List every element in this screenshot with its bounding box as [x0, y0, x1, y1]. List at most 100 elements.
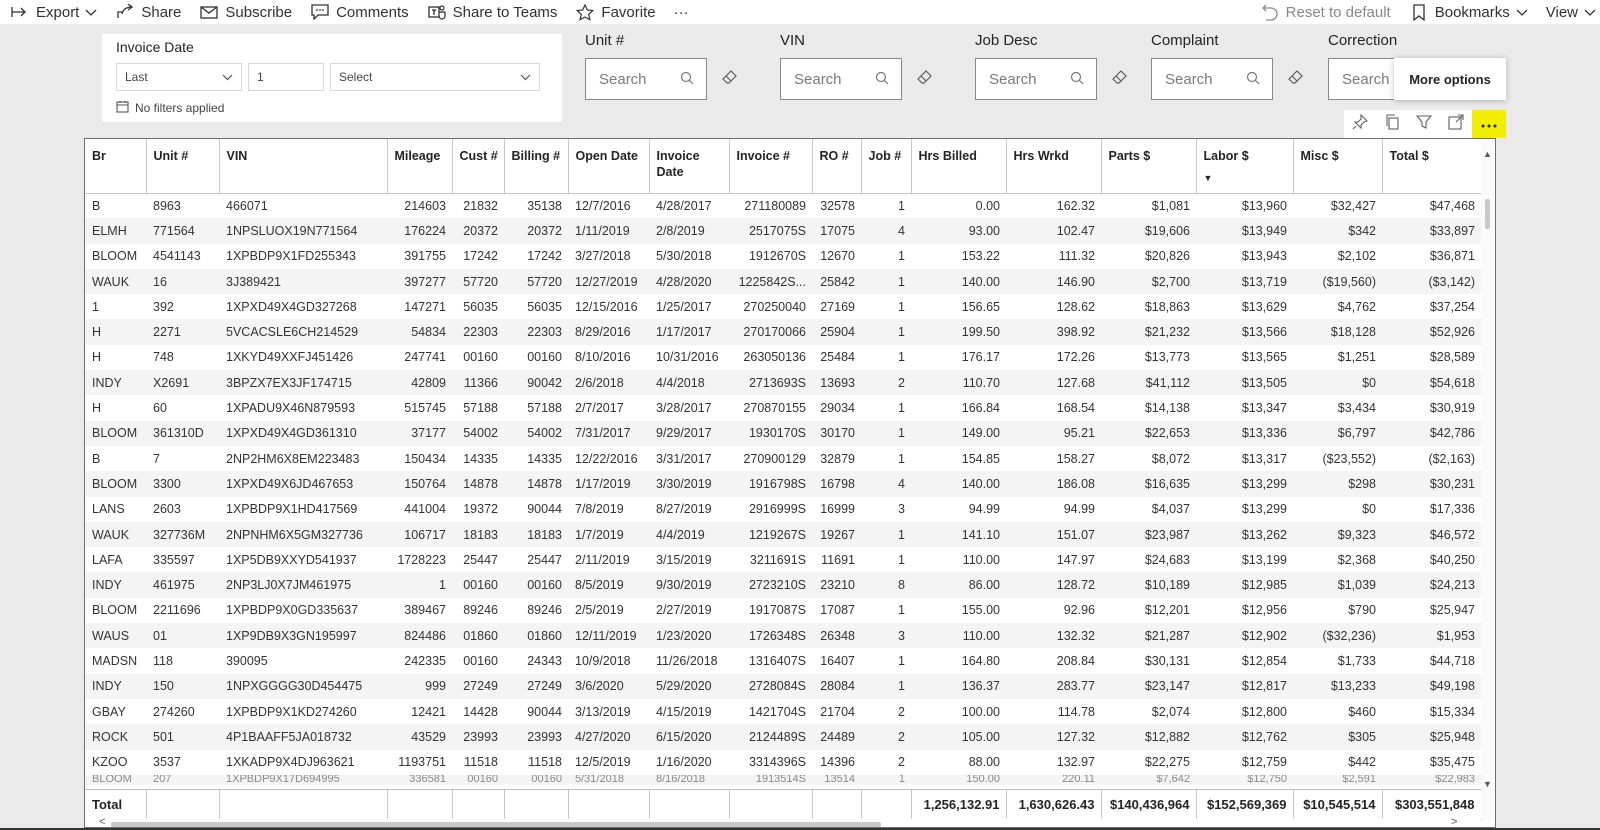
table-cell: 14335 — [527, 451, 562, 466]
comments-button[interactable]: Comments — [300, 0, 417, 24]
table-row[interactable]: H 748 1XKYD49XXFJ451426 247741 00160 00160 8/1… — [85, 345, 1481, 370]
table-cell: $6,797 — [1293, 420, 1382, 446]
column-header[interactable]: Billing # — [504, 139, 569, 194]
scroll-up-icon[interactable]: ▲ — [1483, 149, 1492, 159]
table-row[interactable]: WAUK 327736M 2NPNHM6X5GM327736 106717 18183 1… — [85, 521, 1481, 548]
table-cell: $25,948 — [1382, 724, 1481, 750]
table-row[interactable]: ELMH 771564 1NPSLUOX19N771564 176224 20372 20… — [85, 218, 1481, 244]
table-row[interactable]: INDY 150 1NPXGGGG30D454475 999 27249 27249 3/6… — [85, 673, 1481, 699]
table-cell: $790 — [1348, 603, 1376, 618]
clear-filter-eraser-icon[interactable] — [1111, 70, 1129, 89]
job-desc-search-input[interactable]: Search — [975, 58, 1097, 100]
vertical-scrollbar[interactable]: ▲ ▼ — [1481, 139, 1495, 819]
table-row[interactable]: H 60 1XPADU9X46N879593 515745 57188 57188 2/7/… — [85, 395, 1481, 420]
totals-cell: $140,436,964 — [1101, 789, 1197, 820]
column-header[interactable]: Open Date — [568, 139, 650, 194]
table-cell: $16,635 — [1101, 471, 1196, 497]
pin-visual-button[interactable] — [1344, 110, 1376, 138]
view-button[interactable]: View — [1536, 0, 1600, 24]
column-header[interactable]: Job # — [861, 139, 912, 194]
table-row[interactable]: B 8963 466071 214603 21832 35138 12/7/2016 4/28… — [85, 193, 1481, 218]
more-options-button[interactable] — [1472, 110, 1506, 138]
table-cell: 128.72 — [1006, 572, 1101, 598]
table-row[interactable]: BLOOM 2211696 1XPBDP9X0GD335637 389467 89246… — [85, 598, 1481, 623]
share-to-teams-button[interactable]: Share to Teams — [417, 0, 566, 24]
column-header[interactable]: Invoice Date — [649, 139, 730, 194]
table-row[interactable]: GBAY 274260 1XPBDP9X1KD274260 12421 14428 900… — [85, 699, 1481, 724]
table-cell: B — [92, 451, 101, 466]
table-row[interactable]: WAUK 16 3J389421 397277 57720 57720 12/27/2019… — [85, 268, 1481, 295]
column-header[interactable]: Br — [85, 139, 147, 194]
scroll-right-icon[interactable]: > — [1451, 816, 1457, 827]
column-header[interactable]: Mileage — [387, 139, 453, 194]
column-header-label: Labor $ — [1203, 149, 1249, 163]
clear-filter-eraser-icon[interactable] — [916, 70, 934, 89]
table-cell: 8 — [861, 572, 911, 598]
table-row[interactable]: BLOOM 207 1XPBDP9X17D694995 336581 00160 0016… — [85, 774, 1481, 785]
period-count-input[interactable]: 1 — [248, 63, 324, 91]
more-commands-button[interactable]: ··· — [664, 0, 697, 24]
scroll-down-icon[interactable]: ▼ — [1483, 779, 1492, 789]
table-row[interactable]: BLOOM 361310D 1XPXD49X4GD361310 37177 54002 5… — [85, 420, 1481, 446]
column-header-label: Cust # — [459, 149, 498, 163]
column-header[interactable]: Invoice # — [729, 139, 813, 194]
column-header[interactable]: Labor $ ▼ — [1196, 139, 1294, 194]
table-row[interactable]: H 2271 5VCACSLE6CH214529 54834 22303 22303 8/2… — [85, 319, 1481, 345]
table-cell: 14878 — [452, 471, 504, 497]
column-header-label: Br — [92, 149, 106, 163]
table-row[interactable]: BLOOM 3300 1XPXD49X6JD467653 150764 14878 148… — [85, 471, 1481, 497]
table-cell: 2211696 — [153, 603, 201, 618]
period-unit-dropdown[interactable]: Select — [330, 63, 540, 91]
scrollbar-thumb[interactable] — [1485, 199, 1490, 229]
data-table: Br Unit # VIN Mileage Cust # Billing # Open Da… — [85, 139, 1482, 785]
table-row[interactable]: ROCK 501 4P1BAAFF5JA018732 43529 23993 23993 4… — [85, 724, 1481, 750]
table-cell: BLOOM — [92, 603, 138, 618]
filter-visual-button[interactable] — [1408, 110, 1440, 138]
scrollbar-thumb[interactable] — [111, 822, 881, 827]
column-header[interactable]: Hrs Wrkd — [1006, 139, 1102, 194]
scroll-left-icon[interactable]: < — [99, 816, 105, 827]
focus-mode-button[interactable] — [1440, 110, 1472, 138]
table-row[interactable]: MADSN 118 390095 242335 00160 24343 10/9/2018 1… — [85, 648, 1481, 673]
table-cell: ($23,552) — [1322, 451, 1376, 466]
table-row[interactable]: KZOO 3537 1XKADP9X4DJ963621 1193751 11518 115… — [85, 750, 1481, 775]
table-cell: BLOOM — [85, 774, 146, 785]
column-header[interactable]: Unit # — [146, 139, 220, 194]
table-row[interactable]: B 7 2NP2HM6X8EM223483 150434 14335 14335 12/22… — [85, 446, 1481, 471]
table-cell: 25904 — [812, 319, 861, 345]
column-header[interactable]: Parts $ — [1101, 139, 1197, 194]
reset-to-default-button[interactable]: Reset to default — [1250, 0, 1399, 24]
copy-visual-button[interactable] — [1376, 110, 1408, 138]
clear-filter-eraser-icon[interactable] — [721, 70, 739, 89]
table-row[interactable]: 1 392 1XPXD49X4GD327268 147271 56035 56035 12/… — [85, 294, 1481, 319]
table-row[interactable]: LAFA 335597 1XP5DB9XXYD541937 1728223 25447 2… — [85, 547, 1481, 572]
column-header[interactable]: RO # — [812, 139, 862, 194]
table-cell: 26348 — [812, 623, 861, 649]
table-cell: 4 — [861, 218, 911, 244]
table-cell: 2/7/2017 — [575, 401, 624, 416]
share-button[interactable]: Share — [105, 0, 189, 24]
table-cell: 57188 — [463, 401, 498, 416]
column-header-label: Hrs Wrkd — [1013, 149, 1069, 163]
column-header[interactable]: Misc $ — [1293, 139, 1383, 194]
column-header[interactable]: Hrs Billed — [911, 139, 1007, 194]
table-cell: 35138 — [527, 198, 562, 213]
table-row[interactable]: LANS 2603 1XPBDP9X1HD417569 441004 19372 9004… — [85, 497, 1481, 522]
horizontal-scrollbar[interactable]: < > — [85, 816, 1481, 827]
relative-period-dropdown[interactable]: Last — [116, 63, 242, 91]
export-button[interactable]: Export — [0, 0, 105, 24]
bookmarks-button[interactable]: Bookmarks — [1399, 0, 1536, 24]
unit-search-input[interactable]: Search — [585, 58, 707, 100]
table-row[interactable]: BLOOM 4541143 1XPBDP9X1FD255343 391755 17242… — [85, 244, 1481, 269]
table-row[interactable]: INDY 461975 2NP3LJ0X7JM461975 1 00160 00160 8/… — [85, 572, 1481, 598]
table-row[interactable]: WAUS 01 1XP9DB9X3GN195997 824486 01860 01860 1… — [85, 623, 1481, 649]
column-header[interactable]: Total $ — [1382, 139, 1482, 194]
vin-search-input[interactable]: Search — [780, 58, 902, 100]
column-header[interactable]: VIN — [219, 139, 388, 194]
clear-filter-eraser-icon[interactable] — [1287, 70, 1305, 89]
column-header[interactable]: Cust # — [452, 139, 505, 194]
subscribe-button[interactable]: Subscribe — [189, 0, 300, 24]
table-row[interactable]: INDY X2691 3BPZX7EX3JF174715 42809 11366 9004… — [85, 370, 1481, 396]
complaint-search-input[interactable]: Search — [1151, 58, 1273, 100]
favorite-button[interactable]: Favorite — [565, 0, 663, 24]
